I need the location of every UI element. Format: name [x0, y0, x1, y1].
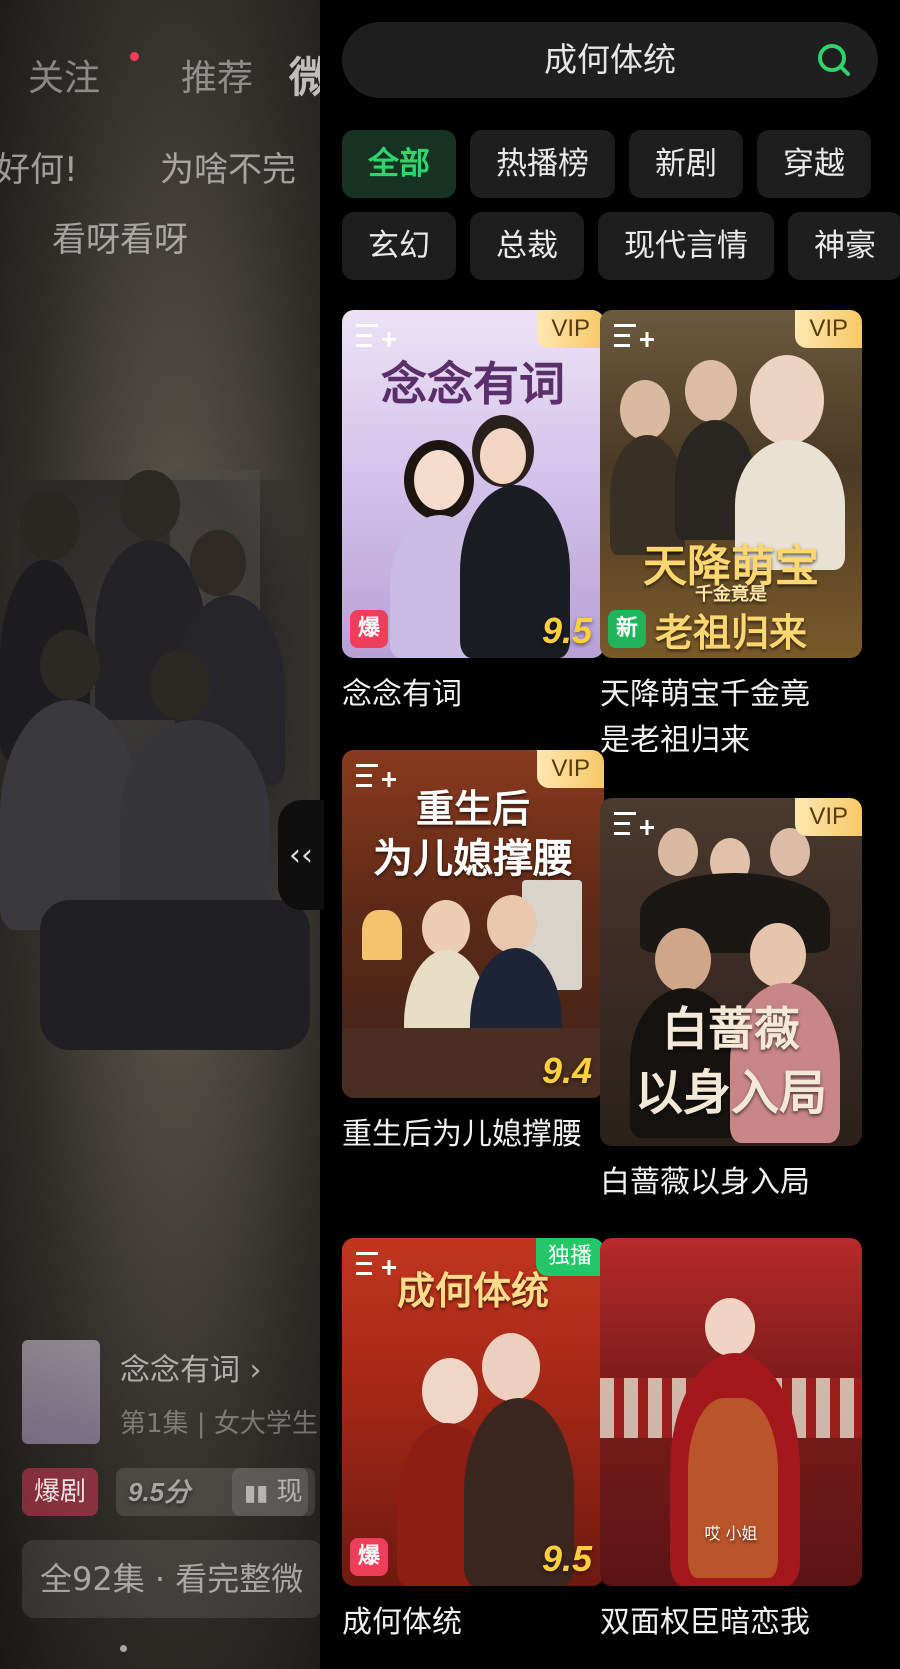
drama-drawer: 成何体统 全部 热播榜 新剧 穿越 玄幻 总裁 现代言情 神豪 念念有词 VIP…: [320, 0, 900, 1669]
category-row: 全部 热播榜 新剧 穿越: [342, 130, 871, 198]
bar-chart-icon: ▮▮: [244, 1481, 269, 1506]
category-new[interactable]: 新剧: [629, 130, 743, 198]
drama-title[interactable]: 双面权臣暗恋我: [600, 1600, 862, 1646]
vip-badge: VIP: [795, 798, 862, 836]
vip-badge: VIP: [537, 750, 604, 788]
drama-card[interactable]: 重生后 为儿媳撑腰 VIP 9.4 重生后为儿媳撑腰: [342, 750, 604, 1158]
now-playing-poster[interactable]: [22, 1340, 100, 1444]
new-badge: 新: [608, 610, 646, 648]
drama-title[interactable]: 重生后为儿媳撑腰: [342, 1112, 582, 1158]
category-modern-romance[interactable]: 现代言情: [598, 212, 774, 280]
rank-tag-label: 现: [276, 1477, 303, 1507]
progress-indicator: [120, 1645, 127, 1652]
poster-title-art: 以身入局: [634, 1065, 827, 1121]
category-row: 玄幻 总裁 现代言情 神豪: [342, 212, 900, 280]
search-bar[interactable]: 成何体统: [342, 22, 878, 98]
drama-card[interactable]: 白蔷薇 以身入局 VIP 白蔷薇以身入局: [600, 798, 862, 1206]
scene-figure: [150, 650, 210, 720]
search-icon[interactable]: [816, 42, 852, 78]
scene-figure: [40, 630, 100, 700]
add-to-list-icon[interactable]: [354, 1248, 398, 1282]
vip-badge: VIP: [537, 310, 604, 348]
category-fantasy[interactable]: 玄幻: [342, 212, 456, 280]
scene-figure: [0, 700, 140, 930]
add-to-list-icon[interactable]: [612, 808, 656, 842]
drama-title[interactable]: 念念有词: [342, 672, 604, 718]
poster-title-art: 为儿媳撑腰: [373, 835, 573, 882]
rank-tag[interactable]: ▮▮ 现: [232, 1468, 315, 1516]
rating-score: 9.5: [541, 610, 592, 651]
poster-title-art: 念念有词: [381, 357, 565, 411]
drama-poster[interactable]: 念念有词 VIP 爆 9.5: [342, 310, 604, 658]
add-to-list-icon[interactable]: [354, 320, 398, 354]
drama-title[interactable]: 天降萌宝千金竟是老祖归来: [600, 672, 830, 764]
tab-recommend[interactable]: 推荐: [181, 49, 253, 101]
drama-poster[interactable]: 天降萌宝 千金竟是 老祖归来 VIP 新: [600, 310, 862, 658]
drama-poster[interactable]: 重生后 为儿媳撑腰 VIP 9.4: [342, 750, 604, 1098]
tab-follow[interactable]: 关注: [28, 49, 100, 101]
collapse-drawer-button[interactable]: ‹‹: [278, 800, 324, 910]
drama-card[interactable]: 成何体统 独播 爆 9.5 成何体统: [342, 1238, 604, 1646]
danmu-comment: 好何!: [0, 150, 78, 190]
scene-figure: [120, 720, 270, 920]
now-playing-episode: 第1集 | 女大学生: [120, 1409, 318, 1439]
add-to-list-icon[interactable]: [612, 320, 656, 354]
hot-badge: 爆: [350, 610, 388, 648]
full-episodes-bar[interactable]: 全92集 · 看完整微: [22, 1540, 320, 1618]
category-time-travel[interactable]: 穿越: [757, 130, 871, 198]
rating-score: 9.5: [541, 1538, 592, 1579]
drama-title[interactable]: 白蔷薇以身入局: [600, 1160, 862, 1206]
search-query[interactable]: 成何体统: [342, 22, 878, 98]
vip-badge: VIP: [795, 310, 862, 348]
poster-caption: 哎 小姐: [704, 1524, 758, 1543]
video-background: 关注 推荐 微剧 好何! 为啥不完 看呀看呀 念念有词 › 第1集 | 女大学生…: [0, 0, 320, 1669]
category-ceo[interactable]: 总裁: [470, 212, 584, 280]
danmu-comment: 看呀看呀: [52, 220, 188, 260]
exclusive-badge: 独播: [535, 1238, 604, 1276]
top-nav: 关注 推荐 微剧: [28, 44, 320, 105]
double-chevron-left-icon: ‹‹: [289, 837, 313, 873]
category-all[interactable]: 全部: [342, 130, 456, 198]
scene-bed: [40, 900, 310, 1050]
rating-score: 9.4: [541, 1050, 592, 1091]
category-hot-list[interactable]: 热播榜: [470, 130, 615, 198]
scene-figure: [190, 530, 246, 596]
notification-dot: [130, 52, 140, 61]
poster-title-art: 白蔷薇: [662, 1002, 800, 1056]
drama-poster[interactable]: 白蔷薇 以身入局 VIP: [600, 798, 862, 1146]
scene-figure: [20, 490, 80, 560]
danmu-comment: 为啥不完: [160, 150, 296, 190]
drama-poster[interactable]: 成何体统 独播 爆 9.5: [342, 1238, 604, 1586]
hot-drama-tag: 爆剧: [22, 1468, 99, 1516]
drama-poster[interactable]: 哎 小姐: [600, 1238, 862, 1586]
drama-title[interactable]: 成何体统: [342, 1600, 604, 1646]
drama-card[interactable]: 念念有词 VIP 爆 9.5 念念有词: [342, 310, 604, 718]
add-to-list-icon[interactable]: [354, 760, 398, 794]
now-playing-title[interactable]: 念念有词 ›: [120, 1345, 262, 1389]
tab-micro-drama[interactable]: 微剧: [289, 44, 320, 105]
category-tycoon[interactable]: 神豪: [788, 212, 900, 280]
scene-figure: [120, 470, 180, 540]
drama-card[interactable]: 天降萌宝 千金竟是 老祖归来 VIP 新 天降萌宝千金竟是老祖归来: [600, 310, 862, 764]
drama-card[interactable]: 哎 小姐 双面权臣暗恋我: [600, 1238, 862, 1646]
hot-badge: 爆: [350, 1538, 388, 1576]
